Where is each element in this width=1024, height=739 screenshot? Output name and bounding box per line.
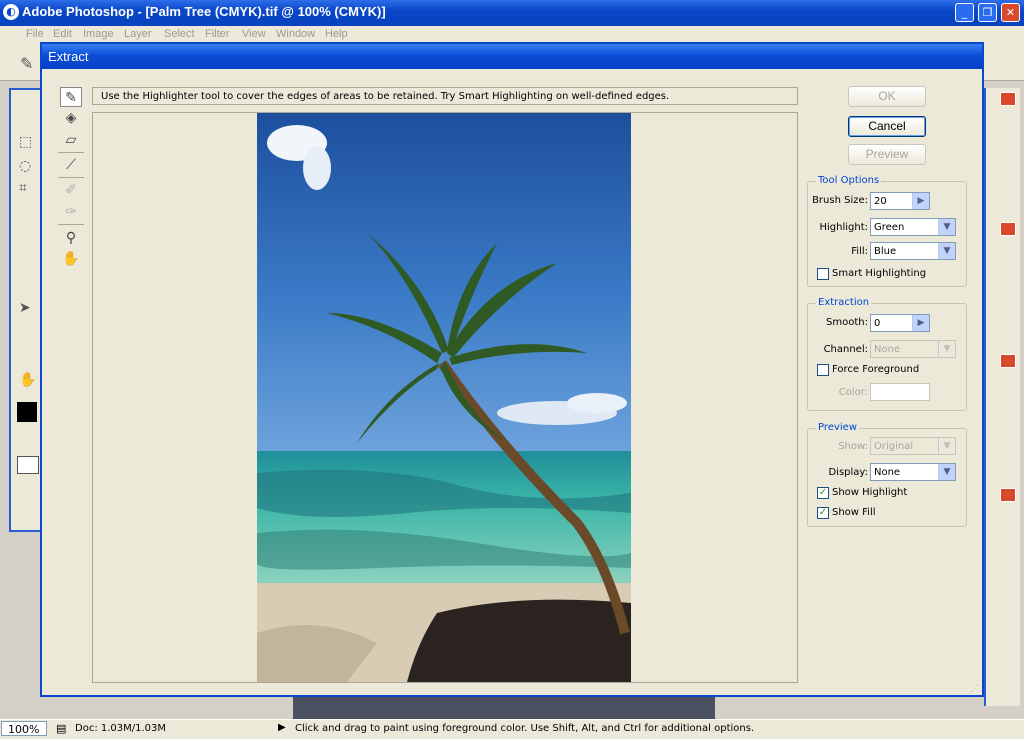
color-swatch[interactable] bbox=[870, 383, 930, 401]
app-title-bar: ◐ Adobe Photoshop - [Palm Tree (CMYK).ti… bbox=[0, 0, 1024, 26]
extract-dialog: Extract ✎ ◈ ▱ ⟋ ✐ ✑ ⚲ ✋ Use the Highligh… bbox=[40, 42, 984, 697]
preview-title: Preview bbox=[816, 422, 859, 433]
tool-divider bbox=[58, 177, 84, 178]
menu-layer[interactable]: Layer bbox=[124, 28, 152, 40]
minimize-button[interactable]: _ bbox=[955, 3, 974, 22]
smart-highlighting-label: Smart Highlighting bbox=[832, 268, 927, 279]
extraction-title: Extraction bbox=[816, 297, 872, 308]
tool-divider bbox=[58, 224, 84, 225]
chevron-down-icon[interactable]: ▼ bbox=[938, 341, 955, 357]
eyedropper-tool-icon[interactable]: ⟋ bbox=[60, 155, 82, 175]
preview-button[interactable]: Preview bbox=[848, 144, 926, 165]
show-fill-checkbox[interactable]: ✓ bbox=[817, 507, 829, 519]
tool-options-title: Tool Options bbox=[816, 175, 882, 186]
chevron-down-icon[interactable]: ▼ bbox=[938, 243, 955, 259]
eraser-tool-icon[interactable]: ▱ bbox=[60, 130, 82, 150]
palette-close-icon[interactable] bbox=[1000, 222, 1016, 236]
display-value: None bbox=[874, 467, 901, 478]
smooth-value: 0 bbox=[874, 318, 881, 329]
doc-info-icon[interactable]: ▤ bbox=[56, 722, 66, 735]
edge-touchup-tool-icon[interactable]: ✑ bbox=[60, 202, 82, 222]
hand-tool-icon[interactable]: ✋ bbox=[19, 372, 36, 388]
extraction-group: Extraction Smooth: 0 ▶ Channel: None ▼ F… bbox=[807, 297, 967, 411]
preview-group: Preview Show: Original ▼ Display: None ▼… bbox=[807, 422, 967, 527]
highlight-label: Highlight: bbox=[819, 222, 868, 233]
menu-image[interactable]: Image bbox=[83, 28, 114, 40]
chevron-down-icon[interactable]: ▼ bbox=[938, 438, 955, 454]
ok-button[interactable]: OK bbox=[848, 86, 926, 107]
smooth-label: Smooth: bbox=[826, 317, 868, 328]
zoom-field[interactable]: 100% bbox=[1, 721, 47, 736]
color-label: Color: bbox=[838, 387, 868, 398]
palette-close-icon[interactable] bbox=[1000, 488, 1016, 502]
menu-filter[interactable]: Filter bbox=[205, 28, 229, 40]
hint-text: Use the Highlighter tool to cover the ed… bbox=[92, 87, 798, 105]
move-tool-icon[interactable]: ➤ bbox=[19, 300, 31, 316]
smooth-field[interactable]: 0 ▶ bbox=[870, 314, 930, 332]
dialog-title: Extract bbox=[48, 49, 89, 64]
status-arrow-icon[interactable]: ▶ bbox=[278, 722, 286, 733]
display-select[interactable]: None ▼ bbox=[870, 463, 956, 481]
channel-select[interactable]: None ▼ bbox=[870, 340, 956, 358]
tool-divider bbox=[58, 152, 84, 153]
show-value: Original bbox=[874, 441, 914, 452]
show-fill-label: Show Fill bbox=[832, 507, 876, 518]
foreground-color-swatch[interactable] bbox=[17, 402, 37, 422]
zoom-tool-icon[interactable]: ⚲ bbox=[60, 228, 82, 248]
status-bar: ▤ Doc: 1.03M/1.03M ▶ Click and drag to p… bbox=[0, 719, 1024, 739]
brush-icon[interactable]: ✎ bbox=[20, 54, 33, 73]
display-label: Display: bbox=[828, 467, 868, 478]
highlight-select[interactable]: Green ▼ bbox=[870, 218, 956, 236]
chevron-down-icon[interactable]: ▼ bbox=[938, 219, 955, 235]
brush-size-value: 20 bbox=[874, 196, 887, 207]
channel-value: None bbox=[874, 344, 901, 355]
menu-edit[interactable]: Edit bbox=[53, 28, 72, 40]
palm-tree-image[interactable] bbox=[257, 113, 631, 682]
hand-tool-icon[interactable]: ✋ bbox=[60, 249, 82, 269]
fill-tool-icon[interactable]: ◈ bbox=[60, 108, 82, 128]
tool-options-group: Tool Options Brush Size: 20 ▶ Highlight:… bbox=[807, 175, 967, 287]
chevron-down-icon[interactable]: ▼ bbox=[938, 464, 955, 480]
fill-value: Blue bbox=[874, 246, 897, 257]
highlight-value: Green bbox=[874, 222, 905, 233]
brush-size-field[interactable]: 20 ▶ bbox=[870, 192, 930, 210]
dialog-title-bar: Extract bbox=[42, 44, 982, 69]
force-foreground-checkbox[interactable] bbox=[817, 364, 829, 376]
show-highlight-checkbox[interactable]: ✓ bbox=[817, 487, 829, 499]
doc-size: Doc: 1.03M/1.03M bbox=[75, 723, 167, 734]
cleanup-tool-icon[interactable]: ✐ bbox=[60, 180, 82, 200]
cancel-button[interactable]: Cancel bbox=[848, 116, 926, 137]
show-select[interactable]: Original ▼ bbox=[870, 437, 956, 455]
chevron-right-icon[interactable]: ▶ bbox=[912, 315, 929, 331]
menu-select[interactable]: Select bbox=[164, 28, 195, 40]
lasso-tool-icon[interactable]: ◌ bbox=[19, 158, 31, 174]
force-foreground-label: Force Foreground bbox=[832, 364, 920, 375]
resize-grip-icon[interactable]: ⋰ bbox=[970, 684, 979, 694]
crop-tool-icon[interactable]: ⌗ bbox=[19, 180, 27, 196]
show-label: Show: bbox=[838, 441, 868, 452]
palette-close-icon[interactable] bbox=[1000, 92, 1016, 106]
show-highlight-label: Show Highlight bbox=[832, 487, 908, 498]
right-palettes bbox=[984, 88, 1020, 706]
photoshop-icon: ◐ bbox=[3, 4, 19, 20]
menu-view[interactable]: View bbox=[242, 28, 266, 40]
fill-select[interactable]: Blue ▼ bbox=[870, 242, 956, 260]
palette-close-icon[interactable] bbox=[1000, 354, 1016, 368]
edge-highlighter-tool-icon[interactable]: ✎ bbox=[60, 87, 82, 107]
quick-mask-icon[interactable] bbox=[17, 456, 39, 474]
channel-label: Channel: bbox=[823, 344, 868, 355]
menu-help[interactable]: Help bbox=[325, 28, 348, 40]
chevron-right-icon[interactable]: ▶ bbox=[912, 193, 929, 209]
marquee-tool-icon[interactable]: ⬚ bbox=[19, 134, 32, 150]
document-window-edge bbox=[293, 697, 715, 719]
restore-button[interactable]: ❐ bbox=[978, 3, 997, 22]
status-message: Click and drag to paint using foreground… bbox=[295, 723, 755, 734]
smart-highlighting-checkbox[interactable] bbox=[817, 268, 829, 280]
menu-window[interactable]: Window bbox=[276, 28, 315, 40]
brush-size-label: Brush Size: bbox=[812, 195, 868, 206]
close-button[interactable]: ✕ bbox=[1001, 3, 1020, 22]
fill-label: Fill: bbox=[851, 246, 868, 257]
menu-file[interactable]: File bbox=[26, 28, 44, 40]
app-title: Adobe Photoshop - [Palm Tree (CMYK).tif … bbox=[22, 4, 386, 19]
